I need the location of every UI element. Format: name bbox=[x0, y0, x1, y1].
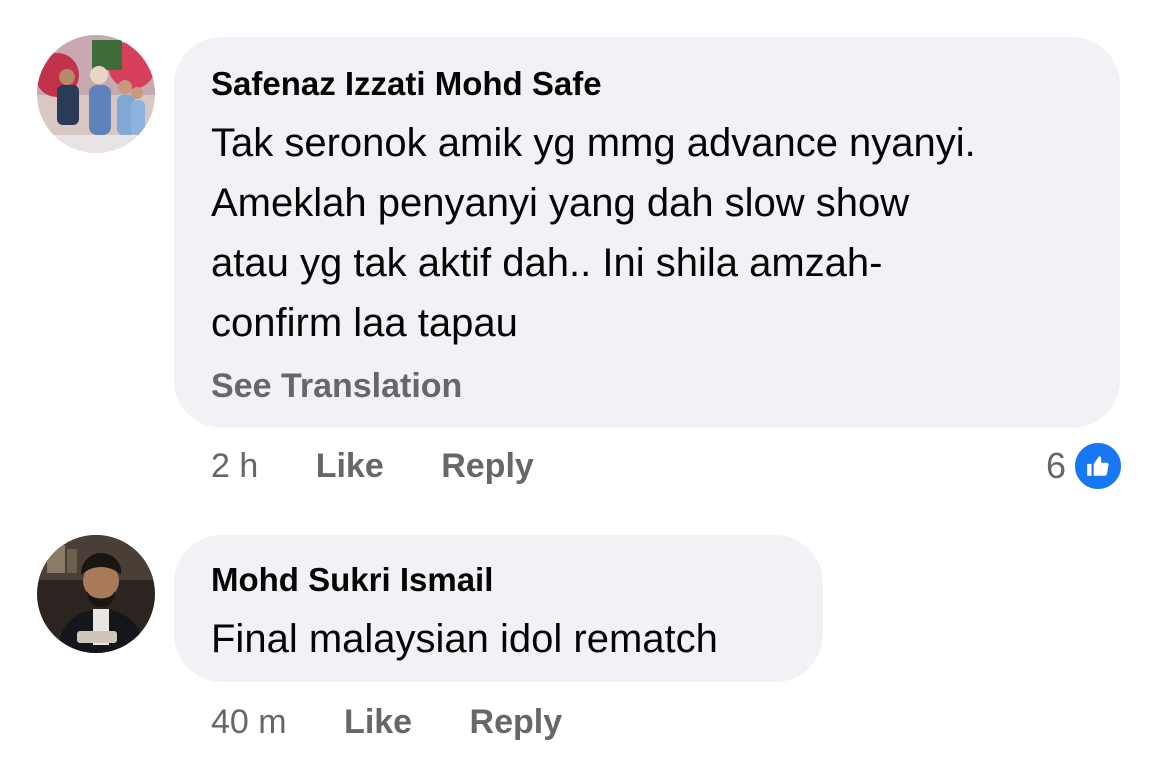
comment-actions: 40 m Like Reply bbox=[211, 703, 562, 742]
comment-text-line: Final malaysian idol rematch bbox=[211, 617, 718, 661]
reply-button[interactable]: Reply bbox=[470, 703, 563, 741]
avatar[interactable] bbox=[37, 535, 155, 653]
reply-button[interactable]: Reply bbox=[441, 447, 534, 485]
comment-text: Final malaysian idol rematch bbox=[211, 609, 718, 669]
like-thumbs-up-icon bbox=[1072, 440, 1125, 492]
comment-timestamp[interactable]: 40 m bbox=[211, 703, 287, 741]
comment-actions: 2 h Like Reply bbox=[211, 447, 534, 486]
see-translation-link[interactable]: See Translation bbox=[211, 367, 462, 406]
comment-bubble: Safenaz Izzati Mohd Safe Tak seronok ami… bbox=[174, 37, 1120, 428]
avatar[interactable] bbox=[37, 35, 155, 153]
avatar-photo-family bbox=[37, 35, 155, 153]
reaction-count: 6 bbox=[1046, 445, 1067, 486]
comment-timestamp[interactable]: 2 h bbox=[211, 447, 258, 485]
like-button[interactable]: Like bbox=[344, 703, 412, 741]
comment-author-name[interactable]: Safenaz Izzati Mohd Safe bbox=[211, 65, 602, 103]
comment-text-line: atau yg tak aktif dah.. Ini shila amzah- bbox=[211, 241, 883, 285]
comment-bubble: Mohd Sukri Ismail Final malaysian idol r… bbox=[174, 535, 823, 682]
comment-text-line: Tak seronok amik yg mmg advance nyanyi. bbox=[211, 121, 976, 165]
comment-author-name[interactable]: Mohd Sukri Ismail bbox=[211, 561, 493, 599]
comment-text-line: Ameklah penyanyi yang dah slow show bbox=[211, 181, 910, 225]
reaction-summary[interactable]: 6 bbox=[1046, 440, 1125, 492]
like-button[interactable]: Like bbox=[316, 447, 384, 485]
comment-text: Tak seronok amik yg mmg advance nyanyi. … bbox=[211, 113, 976, 353]
comment-text-line: confirm laa tapau bbox=[211, 301, 518, 345]
avatar-photo-man bbox=[37, 535, 155, 653]
